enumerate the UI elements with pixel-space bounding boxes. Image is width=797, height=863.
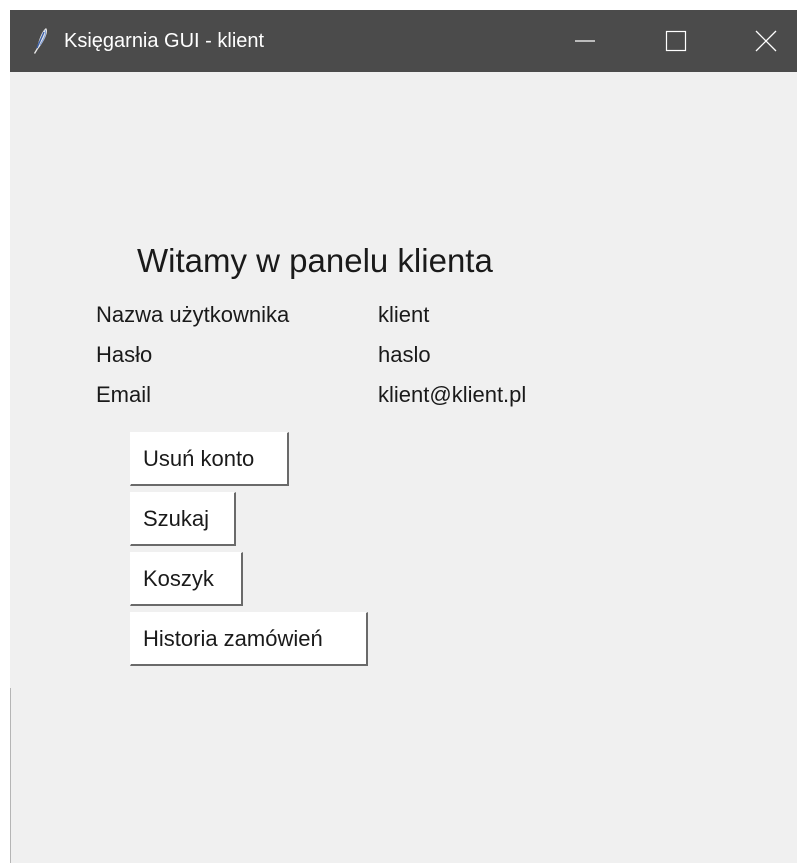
delete-account-button[interactable]: Usuń konto	[130, 432, 289, 486]
maximize-button[interactable]	[629, 10, 723, 72]
window-title: Księgarnia GUI - klient	[64, 30, 265, 52]
password-value: haslo	[378, 342, 431, 367]
password-label: Hasło	[96, 342, 153, 367]
username-value: klient	[378, 302, 430, 327]
email-label: Email	[96, 382, 152, 407]
order-history-button[interactable]: Historia zamówień	[130, 612, 368, 666]
username-label: Nazwa użytkownika	[96, 302, 290, 327]
feather-icon	[34, 28, 48, 54]
client-panel: Witamy w panelu klienta Nazwa użytkownik…	[10, 72, 797, 863]
email-value: klient@klient.pl	[378, 382, 527, 407]
close-icon	[755, 30, 777, 52]
window-left-border	[10, 688, 11, 863]
search-button[interactable]: Szukaj	[130, 492, 236, 546]
app-window: Księgarnia GUI - klient Witamy w panelu …	[10, 10, 797, 863]
minimize-button[interactable]	[538, 10, 632, 72]
maximize-icon	[665, 30, 687, 52]
close-button[interactable]	[719, 10, 797, 72]
page-title: Witamy w panelu klienta	[137, 242, 493, 279]
title-bar[interactable]: Księgarnia GUI - klient	[10, 10, 797, 72]
cart-button[interactable]: Koszyk	[130, 552, 243, 606]
minimize-icon	[575, 40, 595, 42]
